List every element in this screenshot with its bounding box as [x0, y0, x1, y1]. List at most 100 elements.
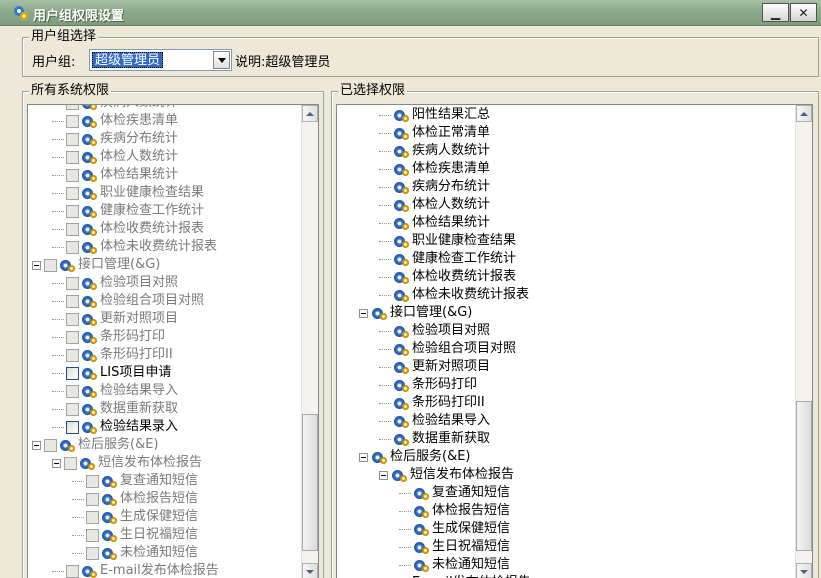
- tree-node[interactable]: 检验结果导入: [379, 412, 490, 430]
- tree-node[interactable]: 生日祝福短信: [399, 538, 510, 556]
- checkbox[interactable]: [66, 348, 79, 362]
- checkbox[interactable]: [66, 240, 79, 254]
- tree-node[interactable]: 条形码打印: [379, 376, 477, 394]
- tree-node[interactable]: 条形码打印II: [379, 394, 485, 412]
- tree-node[interactable]: 接口管理(&G): [359, 304, 472, 322]
- checkbox[interactable]: [44, 258, 57, 272]
- tree-node[interactable]: 生成保健短信: [399, 520, 510, 538]
- checkbox[interactable]: [44, 438, 57, 452]
- tree-node[interactable]: 体检报告短信: [72, 490, 198, 508]
- checkbox[interactable]: [66, 132, 79, 146]
- tree-node[interactable]: 接口管理(&G): [32, 256, 160, 274]
- tree-node[interactable]: 短信发布体检报告: [52, 454, 202, 472]
- tree-node[interactable]: E-mail发布体检报告: [52, 562, 219, 578]
- checkbox[interactable]: [66, 168, 79, 182]
- tree-node[interactable]: 复查通知短信: [399, 484, 510, 502]
- tree-node[interactable]: E-mail发布体检报告: [379, 574, 531, 578]
- checkbox[interactable]: [86, 492, 99, 506]
- checkbox[interactable]: [64, 456, 77, 470]
- tree-node[interactable]: 体检结果统计: [379, 214, 490, 232]
- tree-node[interactable]: 体检收费统计报表: [52, 220, 204, 238]
- close-button[interactable]: ✕: [790, 3, 817, 22]
- tree-node[interactable]: 体检报告短信: [399, 502, 510, 520]
- tree-node[interactable]: 健康检查工作统计: [52, 202, 204, 220]
- tree-node[interactable]: 生日祝福短信: [72, 526, 198, 544]
- checkbox[interactable]: [66, 402, 79, 416]
- tree-node[interactable]: 职业健康检查结果: [379, 232, 516, 250]
- chevron-down-icon[interactable]: [213, 51, 230, 69]
- checkbox[interactable]: [66, 564, 79, 578]
- checkbox[interactable]: [86, 528, 99, 542]
- tree-node[interactable]: 体检未收费统计报表: [379, 286, 529, 304]
- tree-node[interactable]: 检验项目对照: [379, 322, 490, 340]
- tree-node[interactable]: 生成保健短信: [72, 508, 198, 526]
- tree-node[interactable]: 疾病人数统计: [52, 105, 178, 112]
- checkbox[interactable]: [66, 420, 79, 434]
- scroll-down-icon[interactable]: [302, 563, 318, 578]
- checkbox[interactable]: [66, 312, 79, 326]
- tree-node[interactable]: 疾病人数统计: [379, 142, 490, 160]
- tree-node[interactable]: 检验组合项目对照: [379, 340, 516, 358]
- collapse-icon[interactable]: [32, 440, 41, 450]
- tree-node[interactable]: 数据重新获取: [379, 430, 490, 448]
- scroll-up-icon[interactable]: [302, 105, 318, 122]
- tree-node[interactable]: 检验组合项目对照: [52, 292, 204, 310]
- checkbox[interactable]: [66, 186, 79, 200]
- checkbox[interactable]: [66, 294, 79, 308]
- tree-node[interactable]: LIS项目申请: [52, 364, 171, 382]
- tree-node[interactable]: 检验项目对照: [52, 274, 178, 292]
- checkbox[interactable]: [66, 204, 79, 218]
- tree-node[interactable]: 疾病分布统计: [52, 130, 178, 148]
- tree-node[interactable]: 复查通知短信: [72, 472, 198, 490]
- tree-node[interactable]: 阳性结果汇总: [379, 106, 490, 124]
- user-group-select[interactable]: 超级管理员: [89, 49, 232, 71]
- selected-permissions-tree[interactable]: 阳性结果汇总 体检正常清单 疾病人数统计 体检疾患清单 疾病分布统计 体检人数统计 体检结果…: [336, 104, 813, 578]
- checkbox[interactable]: [66, 384, 79, 398]
- tree-node[interactable]: 短信发布体检报告: [379, 466, 514, 484]
- checkbox[interactable]: [66, 276, 79, 290]
- checkbox[interactable]: [66, 366, 79, 380]
- scrollbar[interactable]: [795, 105, 812, 578]
- tree-node[interactable]: 体检收费统计报表: [379, 268, 516, 286]
- tree-node[interactable]: 体检结果统计: [52, 166, 178, 184]
- collapse-icon[interactable]: [52, 458, 61, 468]
- collapse-icon[interactable]: [359, 308, 368, 318]
- tree-node[interactable]: 检验结果录入: [52, 418, 178, 436]
- tree-node[interactable]: 更新对照项目: [379, 358, 490, 376]
- tree-node[interactable]: 体检人数统计: [52, 148, 178, 166]
- tree-node[interactable]: 检验结果导入: [52, 382, 178, 400]
- minimize-button[interactable]: ▁: [762, 3, 789, 22]
- checkbox[interactable]: [66, 330, 79, 344]
- tree-node[interactable]: 疾病分布统计: [379, 178, 490, 196]
- tree-node[interactable]: 职业健康检查结果: [52, 184, 204, 202]
- tree-node[interactable]: 未检通知短信: [72, 544, 198, 562]
- scroll-thumb[interactable]: [302, 414, 318, 551]
- collapse-icon[interactable]: [32, 260, 41, 270]
- tree-node[interactable]: 未检通知短信: [399, 556, 510, 574]
- checkbox[interactable]: [66, 105, 79, 110]
- checkbox[interactable]: [86, 510, 99, 524]
- tree-node[interactable]: 体检人数统计: [379, 196, 490, 214]
- checkbox[interactable]: [86, 474, 99, 488]
- tree-node[interactable]: 条形码打印: [52, 328, 165, 346]
- scroll-down-icon[interactable]: [796, 563, 812, 578]
- tree-node[interactable]: 体检疾患清单: [379, 160, 490, 178]
- checkbox[interactable]: [66, 114, 79, 128]
- tree-node[interactable]: 检后服务(&E): [359, 448, 471, 466]
- tree-node[interactable]: 条形码打印II: [52, 346, 173, 364]
- tree-node[interactable]: 检后服务(&E): [32, 436, 159, 454]
- checkbox[interactable]: [66, 222, 79, 236]
- tree-node[interactable]: 体检未收费统计报表: [52, 238, 217, 256]
- collapse-icon[interactable]: [359, 452, 368, 462]
- checkbox[interactable]: [86, 546, 99, 560]
- all-permissions-tree[interactable]: 疾病人数统计体检疾患清单疾病分布统计体检人数统计体检结果统计职业健康检查结果健康…: [27, 104, 319, 578]
- tree-node[interactable]: 体检正常清单: [379, 124, 490, 142]
- scroll-thumb[interactable]: [796, 401, 812, 551]
- collapse-icon[interactable]: [379, 470, 388, 480]
- tree-node[interactable]: 数据重新获取: [52, 400, 178, 418]
- scroll-up-icon[interactable]: [796, 105, 812, 122]
- tree-node[interactable]: 更新对照项目: [52, 310, 178, 328]
- tree-node[interactable]: 体检疾患清单: [52, 112, 178, 130]
- scrollbar[interactable]: [301, 105, 318, 578]
- checkbox[interactable]: [66, 150, 79, 164]
